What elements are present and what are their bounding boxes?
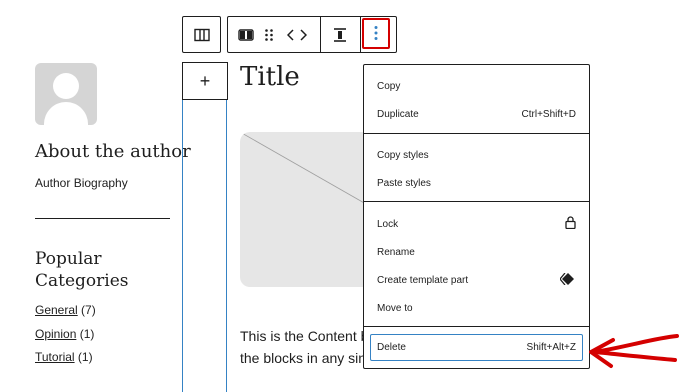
menu-item-shortcut: Ctrl+Shift+D [521,108,576,120]
menu-item-duplicate[interactable]: Duplicate Ctrl+Shift+D [364,102,589,126]
parent-columns-button[interactable] [182,16,221,53]
category-item-opinion[interactable]: Opinion (1) [35,327,94,341]
selected-column-outline [182,62,227,392]
menu-separator [364,133,589,134]
lock-icon [565,216,576,232]
align-icon[interactable] [330,25,350,45]
content-line: the blocks in any sin [240,350,367,366]
menu-item-copy-styles[interactable]: Copy styles [364,143,589,167]
popular-categories-heading: Popular Categories [35,249,129,291]
menu-item-rename[interactable]: Rename [364,240,589,264]
drag-handle-icon[interactable] [259,25,279,45]
red-arrow-annotation [585,330,680,380]
menu-item-label: Duplicate [377,108,419,120]
menu-item-label: Delete [377,342,406,353]
menu-item-label: Create template part [377,274,469,286]
category-count: (1) [77,350,93,364]
more-options-icon [366,23,386,43]
menu-item-label: Copy styles [377,149,429,161]
block-type-icon[interactable] [236,25,256,45]
menu-item-label: Lock [377,218,399,230]
menu-item-label: Rename [377,246,415,258]
menu-item-paste-styles[interactable]: Paste styles [364,171,589,195]
category-count: (7) [81,303,96,317]
author-biography: Author Biography [35,176,128,190]
menu-separator [364,326,589,327]
columns-icon [192,25,212,45]
menu-item-shortcut: Shift+Alt+Z [526,342,576,353]
category-link[interactable]: Opinion [35,327,76,341]
move-arrows-icon[interactable] [287,25,307,45]
post-title[interactable]: Title [240,62,300,92]
category-link[interactable]: Tutorial [35,350,75,364]
menu-item-label: Paste styles [377,177,431,189]
menu-separator [364,201,589,202]
content-line: This is the Content b [240,328,369,344]
block-options-menu: Copy Duplicate Ctrl+Shift+D Copy styles … [363,64,590,369]
more-options-button[interactable] [362,18,390,49]
menu-item-copy[interactable]: Copy [364,74,589,98]
template-part-icon [559,272,576,288]
category-item-general[interactable]: General (7) [35,303,96,317]
add-block-button[interactable]: + [182,62,228,100]
post-content[interactable]: This is the Content b the blocks in any … [240,325,380,369]
sidebar-divider [35,218,170,219]
menu-item-label: Copy [377,80,401,92]
category-link[interactable]: General [35,303,78,317]
menu-item-delete[interactable]: Delete Shift+Alt+Z [370,334,583,361]
about-author-heading: About the author [35,141,191,162]
category-count: (1) [79,327,95,341]
toolbar-separator [320,17,321,52]
category-item-tutorial[interactable]: Tutorial (1) [35,350,93,364]
toolbar-separator [360,17,361,52]
menu-item-create-template-part[interactable]: Create template part [364,268,589,292]
author-avatar [35,63,97,125]
menu-item-move-to[interactable]: Move to [364,296,589,320]
featured-image-placeholder[interactable] [240,132,380,287]
menu-item-label: Move to [377,302,413,314]
menu-item-lock[interactable]: Lock [364,212,589,236]
